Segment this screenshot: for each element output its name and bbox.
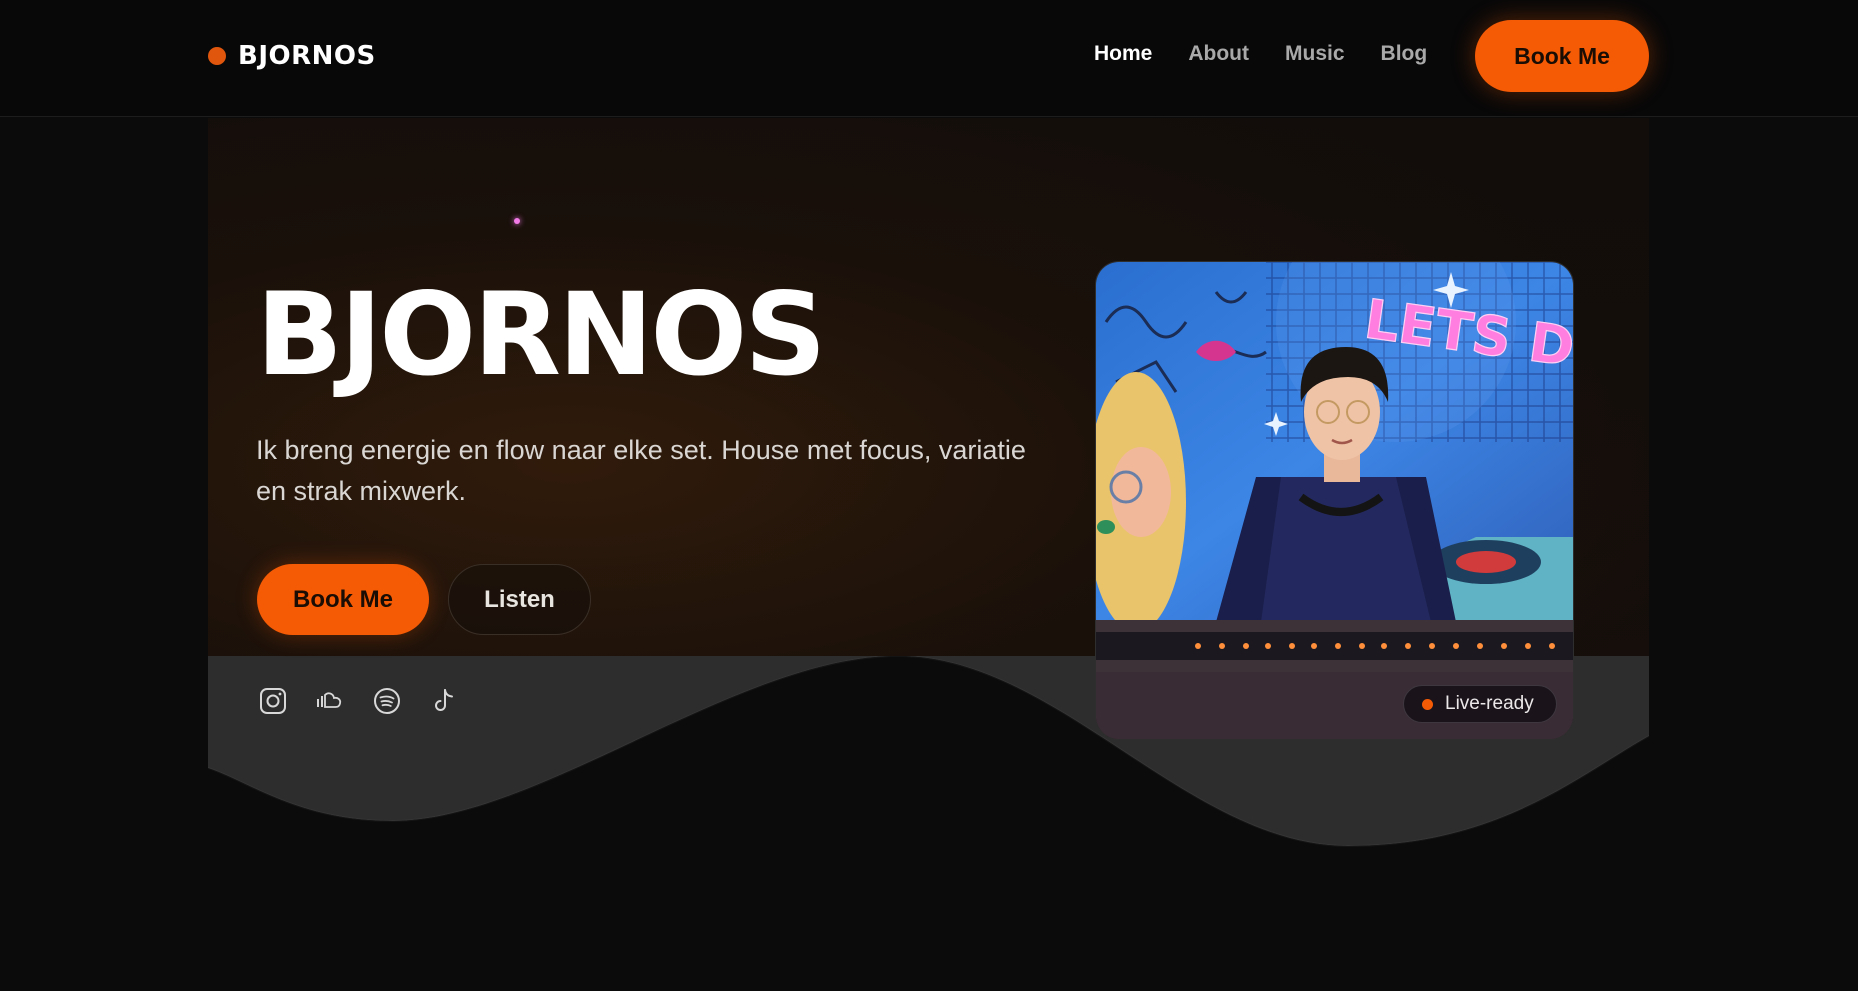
instagram-icon[interactable] <box>258 686 288 716</box>
brand-logo[interactable]: BJORNOS <box>208 40 376 72</box>
dj-photo-card: LETS D Live-ready <box>1095 261 1574 740</box>
live-ready-label: Live-ready <box>1445 693 1534 714</box>
live-ready-badge: Live-ready <box>1403 685 1557 723</box>
dj-photo-image: LETS D <box>1096 262 1573 739</box>
social-links <box>258 686 486 716</box>
nav-link-blog[interactable]: Blog <box>1381 42 1428 66</box>
hero-section: BJORNOS Ik breng energie en flow naar el… <box>208 118 1649 884</box>
hero-subtitle: Ik breng energie en flow naar elke set. … <box>256 435 1026 506</box>
top-navbar: BJORNOS Home About Music Blog Book Me <box>0 0 1858 117</box>
live-status-dot-icon <box>1422 698 1433 710</box>
nav-link-music[interactable]: Music <box>1285 42 1345 66</box>
brand-name: BJORNOS <box>238 41 376 71</box>
nav-link-home[interactable]: Home <box>1094 42 1152 66</box>
hero-title: BJORNOS <box>256 268 826 401</box>
soundcloud-icon[interactable] <box>315 686 345 716</box>
nav-links: Home About Music Blog <box>1094 42 1463 66</box>
sparkle-dot <box>514 218 520 224</box>
nav-book-me-button[interactable]: Book Me <box>1475 20 1649 92</box>
hero-listen-button[interactable]: Listen <box>448 564 591 635</box>
brand-dot-icon <box>208 47 226 65</box>
nav-link-about[interactable]: About <box>1188 42 1249 66</box>
tiktok-icon[interactable] <box>429 686 459 716</box>
hero-book-me-button[interactable]: Book Me <box>257 564 429 635</box>
spotify-icon[interactable] <box>372 686 402 716</box>
